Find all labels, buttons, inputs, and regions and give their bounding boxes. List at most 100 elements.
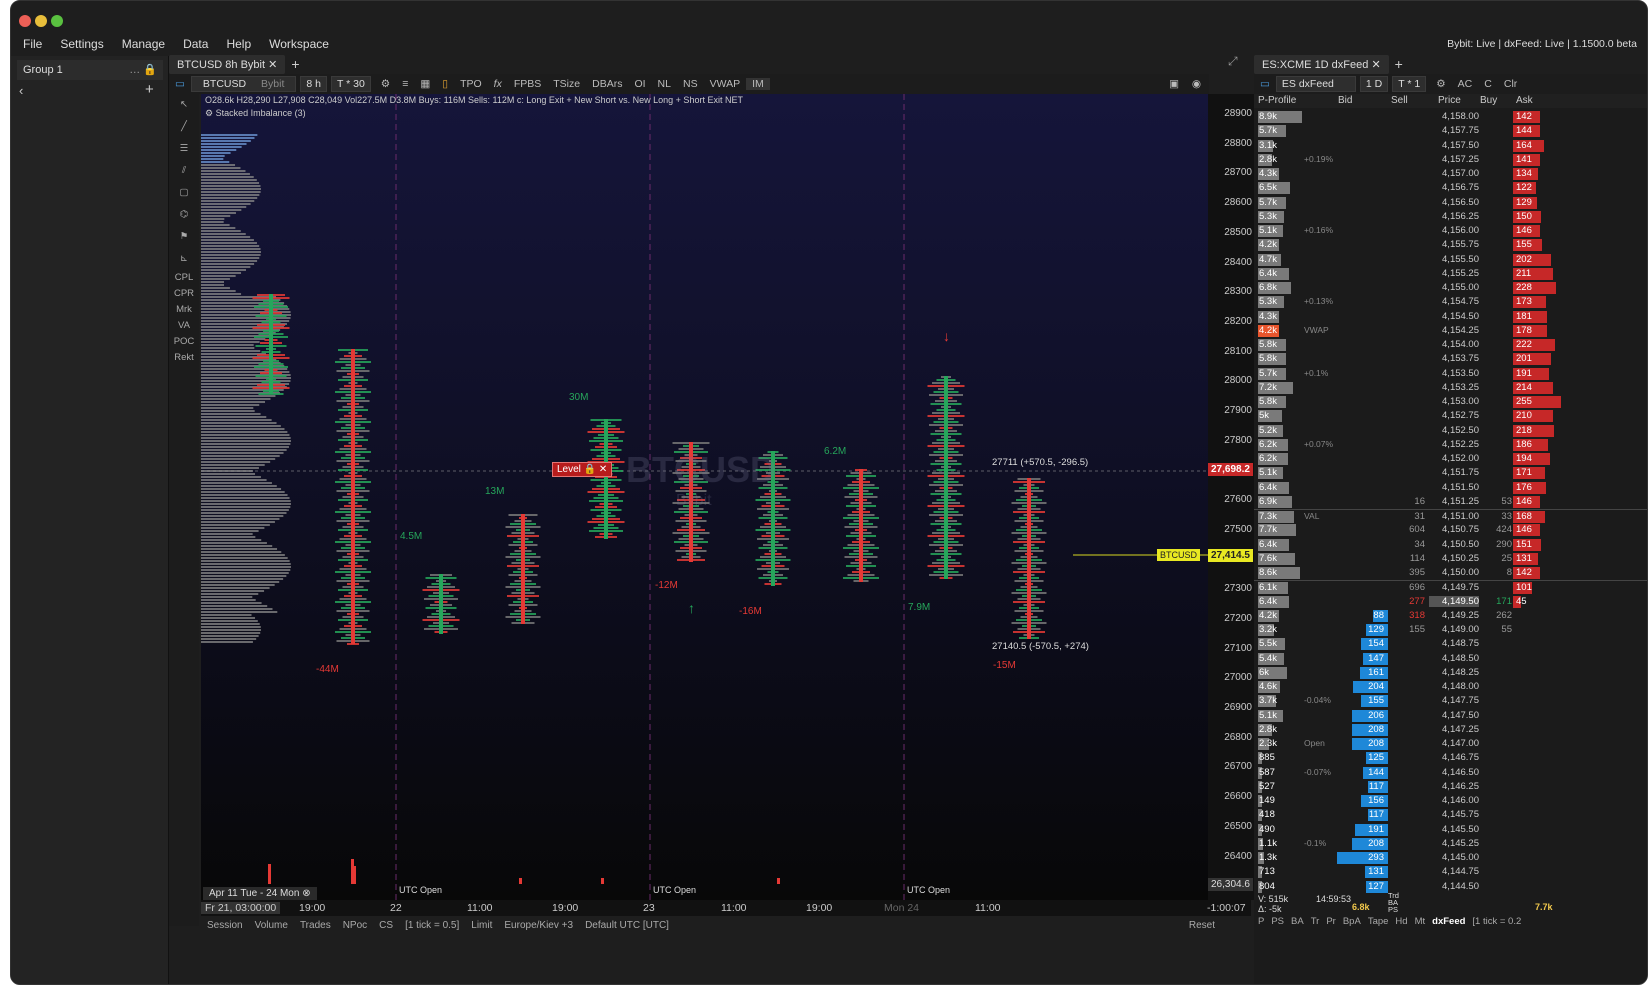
dom-row[interactable]: 587 -0.07% 144 4,146.50: [1254, 766, 1647, 780]
close-icon[interactable]: ✕: [1371, 59, 1380, 71]
cursor-icon[interactable]: ↖: [169, 94, 199, 116]
dom-row[interactable]: 3.1k 4,157.50 164: [1254, 139, 1647, 153]
dom-row[interactable]: 5k 4,152.75 210: [1254, 409, 1647, 423]
footprint-chart[interactable]: ↓ ↑ O28.6k H28,290 L27,908 C28,049 Vol227…: [201, 94, 1208, 900]
dom-row[interactable]: 6.4k 4,155.25 211: [1254, 267, 1647, 281]
tsize-button[interactable]: TSize: [547, 78, 586, 90]
dom-row[interactable]: 6.4k 34 4,150.50 290 151: [1254, 538, 1647, 552]
dom-row[interactable]: 6.8k 4,155.00 228: [1254, 281, 1647, 295]
clr-button[interactable]: Clr: [1498, 78, 1523, 90]
line-icon[interactable]: ╱: [169, 116, 199, 138]
minimize-window-button[interactable]: [35, 15, 47, 27]
dom-ticks-select[interactable]: T * 1: [1392, 76, 1427, 92]
tool-cpl[interactable]: CPL: [169, 270, 199, 286]
session-template-select[interactable]: Default UTC [UTC]: [579, 920, 675, 931]
camera-icon[interactable]: ◉: [1186, 78, 1207, 90]
c-button[interactable]: C: [1478, 78, 1498, 90]
dom-row[interactable]: 804 127 4,144.50: [1254, 880, 1647, 894]
dom-row[interactable]: 6k 161 4,148.25: [1254, 666, 1647, 680]
dom-row[interactable]: 6.1k 696 4,149.75 101: [1254, 580, 1647, 595]
close-icon[interactable]: ✕: [268, 59, 277, 71]
tab-pr[interactable]: Pr: [1326, 916, 1336, 930]
collapse-icon[interactable]: ‹: [19, 83, 23, 98]
ac-button[interactable]: AC: [1452, 78, 1479, 90]
interval-select[interactable]: 8 h: [300, 76, 327, 92]
folder-icon[interactable]: ▭: [1254, 78, 1276, 90]
dom-row[interactable]: 4.2k VWAP 4,154.25 178: [1254, 324, 1647, 338]
add-icon[interactable]: +: [145, 81, 154, 98]
session-button[interactable]: Session: [201, 920, 249, 931]
dom-row[interactable]: 6.4k 4,151.50 176: [1254, 481, 1647, 495]
lock-icon[interactable]: … 🔒: [129, 63, 157, 76]
fx-icon[interactable]: fx: [488, 78, 508, 90]
flag-icon[interactable]: ⚑: [169, 226, 199, 248]
col-buy[interactable]: Buy: [1480, 95, 1497, 106]
dom-row[interactable]: 7.6k 114 4,150.25 25 131: [1254, 552, 1647, 566]
menu-help[interactable]: Help: [226, 37, 251, 51]
trades-button[interactable]: Trades: [294, 920, 337, 931]
channel-icon[interactable]: ⫽: [169, 160, 199, 182]
dom-row[interactable]: 2.3k Open 208 4,147.00: [1254, 737, 1647, 751]
dom-row[interactable]: 6.2k 4,152.00 194: [1254, 452, 1647, 466]
dom-row[interactable]: 885 125 4,146.75: [1254, 751, 1647, 765]
group-selector[interactable]: Group 1 … 🔒: [17, 60, 163, 80]
dom-row[interactable]: 5.1k 4,151.75 171: [1254, 466, 1647, 480]
level-tag[interactable]: Level 🔒 ✕: [552, 462, 613, 477]
dom-row[interactable]: 7.2k 4,153.25 214: [1254, 381, 1647, 395]
date-range[interactable]: Apr 11 Tue - 24 Mon ⊗: [203, 887, 317, 900]
dom-row[interactable]: 490 191 4,145.50: [1254, 823, 1647, 837]
cs-button[interactable]: CS: [373, 920, 399, 931]
dom-row[interactable]: 5.4k 147 4,148.50: [1254, 652, 1647, 666]
settings-icon[interactable]: ⚙: [1430, 78, 1451, 90]
symbol-select[interactable]: BTCUSD Bybit: [190, 76, 297, 92]
time-axis[interactable]: Fr 21, 03:00:00 19:00 22 11:00 19:00 23 …: [201, 900, 1251, 916]
tool-poc[interactable]: POC: [169, 334, 199, 350]
expand-icon[interactable]: ⤢: [1228, 54, 1238, 69]
volume-button[interactable]: Volume: [249, 920, 294, 931]
dom-row[interactable]: 5.3k +0.13% 4,154.75 173: [1254, 295, 1647, 309]
timezone-select[interactable]: Europe/Kiev +3: [498, 920, 579, 931]
tab-p[interactable]: P: [1258, 916, 1264, 930]
close-window-button[interactable]: [19, 15, 31, 27]
dom-row[interactable]: 5.7k +0.1% 4,153.50 191: [1254, 367, 1647, 381]
dom-row[interactable]: 5.5k 154 4,148.75: [1254, 637, 1647, 651]
col-price[interactable]: Price: [1438, 95, 1461, 106]
dom-row[interactable]: 5.8k 4,153.00 255: [1254, 395, 1647, 409]
dom-row[interactable]: 5.7k 4,157.75 144: [1254, 124, 1647, 138]
dom-row[interactable]: 4.6k 204 4,148.00: [1254, 680, 1647, 694]
dom-row[interactable]: 5.8k 4,154.00 222: [1254, 338, 1647, 352]
menu-file[interactable]: File: [23, 37, 42, 51]
dom-symbol-select[interactable]: ES dxFeed: [1275, 76, 1356, 92]
menu-data[interactable]: Data: [183, 37, 208, 51]
tool-va[interactable]: VA: [169, 318, 199, 334]
vwap-button[interactable]: VWAP: [704, 78, 747, 90]
maximize-window-button[interactable]: [51, 15, 63, 27]
dom-row[interactable]: 1.3k 293 4,145.00: [1254, 851, 1647, 865]
col-ask[interactable]: Ask: [1516, 95, 1533, 106]
oi-button[interactable]: OI: [628, 78, 651, 90]
limit-button[interactable]: Limit: [465, 920, 498, 931]
bars-icon[interactable]: ≡: [396, 78, 414, 90]
dom-row[interactable]: 7.3k VAL 31 4,151.00 33 168: [1254, 509, 1647, 523]
dom-row[interactable]: 6.2k +0.07% 4,152.25 186: [1254, 438, 1647, 452]
tab-mt[interactable]: Mt: [1415, 916, 1426, 930]
tab-tape[interactable]: Tape: [1368, 916, 1389, 930]
dom-row[interactable]: 1.1k -0.1% 208 4,145.25: [1254, 837, 1647, 851]
menu-settings[interactable]: Settings: [60, 37, 103, 51]
menu-manage[interactable]: Manage: [122, 37, 165, 51]
tpo-button[interactable]: TPO: [454, 78, 488, 90]
dbars-button[interactable]: DBArs: [586, 78, 628, 90]
dom-row[interactable]: 713 131 4,144.75: [1254, 865, 1647, 879]
folder-icon[interactable]: ▭: [169, 78, 191, 90]
dom-row[interactable]: 6.4k 277 4,149.50 171 45: [1254, 595, 1647, 609]
tab-btcusd[interactable]: BTCUSD 8h Bybit ✕: [169, 54, 286, 74]
dom-row[interactable]: 5.8k 4,153.75 201: [1254, 352, 1647, 366]
tab-hd[interactable]: Hd: [1395, 916, 1407, 930]
reset-button[interactable]: Reset: [1183, 920, 1221, 931]
ticks-select[interactable]: T * 30: [330, 76, 371, 92]
rect-icon[interactable]: ▢: [169, 182, 199, 204]
node-icon[interactable]: ⌬: [169, 204, 199, 226]
menu-workspace[interactable]: Workspace: [269, 37, 329, 51]
stacked-imbalance[interactable]: ⚙ Stacked Imbalance (3): [205, 108, 306, 119]
measure-icon[interactable]: ⊾: [169, 248, 199, 270]
